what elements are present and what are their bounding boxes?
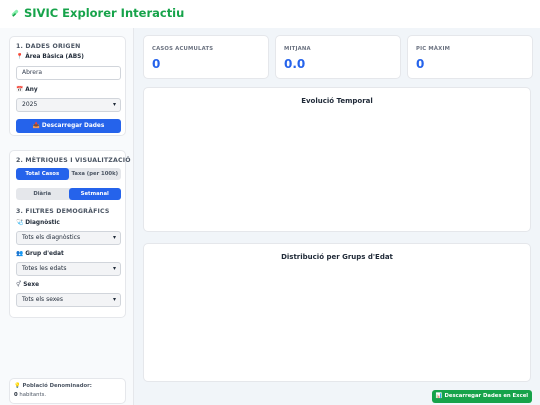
stat-card-mean: MITJANA 0.0 [275, 35, 401, 79]
age-chart-panel: Distribució per Grups d'Edat [143, 243, 531, 382]
sidebar: 1. DADES ORIGEN 📍 Àrea Bàsica (ABS) Abrer… [0, 28, 134, 405]
year-select[interactable]: 2025 ▾ [16, 98, 121, 112]
stat-label: PIC MÀXIM [416, 46, 451, 52]
abs-input[interactable]: Abrera [16, 66, 121, 80]
age-group-label: 👥 Grup d'edat [16, 251, 64, 257]
people-icon: 👥 [16, 251, 24, 257]
period-daily-button[interactable]: Diària [16, 188, 69, 200]
period-toggle: Diària Setmanal [16, 188, 121, 200]
pill-icon [10, 6, 20, 20]
year-label: 📅 Any [16, 87, 38, 93]
download-icon: 📥 [32, 123, 40, 129]
app-title-text: SIVIC Explorer Interactiu [24, 6, 185, 20]
download-excel-button[interactable]: 📊 Descarregar Dades en Excel [432, 390, 532, 403]
app-header: SIVIC Explorer Interactiu [0, 0, 540, 28]
diagnosis-select-value: Tots els diagnòstics [22, 234, 81, 241]
stat-value: 0 [416, 57, 425, 71]
metric-rate-button[interactable]: Taxa (per 100k) [69, 168, 122, 180]
stat-label: CASOS ACUMULATS [152, 46, 214, 52]
metric-toggle: Total Casos Taxa (per 100k) [16, 168, 121, 180]
main-content: CASOS ACUMULATS 0 MITJANA 0.0 PIC MÀXIM … [134, 28, 540, 405]
diagnosis-label: 🩺 Diagnòstic [16, 220, 60, 226]
gender-icon: ⚥ [16, 282, 22, 288]
chevron-down-icon: ▾ [112, 101, 116, 108]
metrics-panel: 2. MÈTRIQUES I VISUALITZACIÓ Total Casos… [9, 150, 130, 318]
population-info: 💡 Població Denominador: 0 habitants. [9, 378, 126, 404]
age-chart-title: Distribució per Grups d'Edat [281, 253, 393, 261]
stat-label: MITJANA [284, 46, 311, 52]
metric-total-cases-button[interactable]: Total Casos [16, 168, 69, 180]
sex-select-value: Tots els sexes [22, 296, 63, 303]
section-title-metrics: 2. MÈTRIQUES I VISUALITZACIÓ [16, 157, 131, 164]
clipboard-icon: 🩺 [16, 220, 24, 226]
year-select-value: 2025 [22, 101, 38, 108]
app-title: SIVIC Explorer Interactiu [10, 6, 184, 20]
sex-label: ⚥ Sexe [16, 282, 40, 288]
pin-icon: 📍 [16, 54, 24, 60]
download-data-button[interactable]: 📥 Descarregar Dades [16, 119, 121, 133]
data-source-panel: 1. DADES ORIGEN 📍 Àrea Bàsica (ABS) Abrer… [9, 36, 126, 136]
temporal-chart-panel: Evolució Temporal [143, 87, 531, 232]
chevron-down-icon: ▾ [112, 234, 116, 241]
stat-card-peak: PIC MÀXIM 0 [407, 35, 533, 79]
spreadsheet-icon: 📊 [435, 393, 443, 399]
temporal-chart-title: Evolució Temporal [301, 97, 373, 105]
chevron-down-icon: ▾ [112, 265, 116, 272]
bulb-icon: 💡 [14, 383, 21, 389]
abs-label: 📍 Àrea Bàsica (ABS) [16, 54, 84, 60]
stat-value: 0.0 [284, 57, 306, 71]
stat-card-cumulative: CASOS ACUMULATS 0 [143, 35, 269, 79]
age-group-select[interactable]: Totes les edats ▾ [16, 262, 121, 276]
diagnosis-select[interactable]: Tots els diagnòstics ▾ [16, 231, 121, 245]
period-weekly-button[interactable]: Setmanal [68, 188, 121, 200]
stat-value: 0 [152, 57, 161, 71]
population-label: 💡 Població Denominador: [14, 383, 92, 389]
chevron-down-icon: ▾ [112, 296, 116, 303]
section-title-demographic: 3. FILTRES DEMOGRÀFICS [16, 208, 110, 215]
section-title-data-source: 1. DADES ORIGEN [16, 43, 81, 50]
population-value: 0 habitants. [14, 392, 47, 398]
sex-select[interactable]: Tots els sexes ▾ [16, 293, 121, 307]
age-group-select-value: Totes les edats [22, 265, 67, 272]
calendar-icon: 📅 [16, 87, 24, 93]
